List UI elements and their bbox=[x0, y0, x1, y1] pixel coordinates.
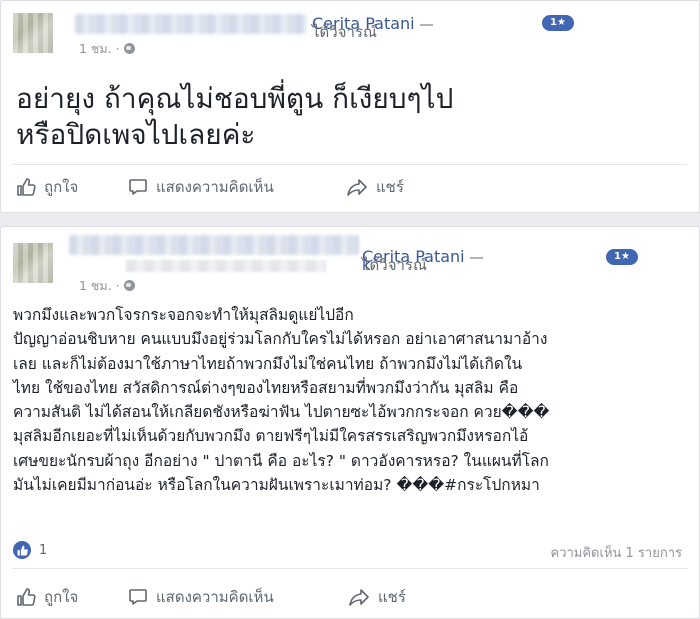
like-reaction-icon bbox=[13, 541, 31, 559]
timestamp[interactable]: 1 ชม. · bbox=[79, 39, 135, 59]
share-arrow-icon bbox=[349, 589, 369, 606]
like-label: ถูกใจ bbox=[44, 178, 79, 196]
avatar[interactable] bbox=[13, 243, 53, 283]
comment-count-link[interactable]: ความคิดเห็น 1 รายการ bbox=[551, 542, 683, 563]
like-button[interactable]: ถูกใจ bbox=[16, 579, 78, 615]
timestamp-text: 1 ชม. · bbox=[79, 278, 120, 293]
blurred-area bbox=[126, 260, 326, 272]
dash: — bbox=[419, 17, 434, 33]
comment-button[interactable]: แสดงความคิดเห็น bbox=[128, 579, 274, 615]
divider bbox=[13, 568, 687, 569]
comment-card: k ได้วิจารณ์ Cerita Patani — 1★ 1 ชม. · … bbox=[0, 226, 700, 619]
thumbs-up-icon bbox=[17, 178, 36, 196]
divider bbox=[13, 164, 687, 165]
share-label: แชร์ bbox=[376, 178, 404, 196]
globe-icon bbox=[123, 43, 135, 54]
comment-header: k ได้วิจารณ์ Cerita Patani — 1★ 1 ชม. · bbox=[1, 227, 699, 297]
comment-attribution: k ได้วิจารณ์ Cerita Patani — bbox=[362, 247, 484, 274]
globe-icon bbox=[123, 280, 135, 291]
comment-label: แสดงความคิดเห็น bbox=[156, 588, 274, 606]
share-label: แชร์ bbox=[378, 588, 406, 606]
comment-header: ได้วิจารณ์ Cerita Patani — 1★ 1 ชม. · bbox=[1, 1, 699, 71]
avatar[interactable] bbox=[13, 13, 53, 53]
comment-message: พวกมึงและพวกโจรกระจอกจะทำให้มุสลิมดูแย่ไ… bbox=[13, 306, 550, 495]
comment-button[interactable]: แสดงความคิดเห็น bbox=[128, 169, 274, 205]
top-fan-badge[interactable]: 1★ bbox=[606, 249, 638, 265]
share-button[interactable]: แชร์ bbox=[348, 579, 406, 615]
comment-card: ได้วิจารณ์ Cerita Patani — 1★ 1 ชม. · อย… bbox=[0, 0, 700, 213]
comment-label: แสดงความคิดเห็น bbox=[156, 178, 274, 196]
timestamp-text: 1 ชม. · bbox=[79, 41, 120, 56]
comment-message: อย่ายุง ถ้าคุณไม่ชอบพี่ตูน ก็เงียบๆไป หร… bbox=[16, 82, 454, 151]
action-bar: ถูกใจ แสดงความคิดเห็น แชร์ bbox=[1, 579, 699, 615]
blurred-commenter-name bbox=[69, 235, 359, 255]
commenter-action: ได้วิจารณ์ bbox=[362, 256, 427, 274]
like-count: 1 bbox=[39, 542, 48, 558]
dash: — bbox=[469, 250, 484, 266]
top-fan-badge[interactable]: 1★ bbox=[542, 15, 574, 31]
reaction-summary[interactable]: 1 bbox=[13, 541, 47, 559]
like-button[interactable]: ถูกใจ bbox=[16, 169, 78, 205]
blurred-commenter-name bbox=[75, 14, 307, 34]
like-label: ถูกใจ bbox=[44, 588, 79, 606]
comment-bubble-icon bbox=[129, 589, 147, 605]
share-button[interactable]: แชร์ bbox=[346, 169, 404, 205]
commenter-action: ได้วิจารณ์ bbox=[312, 23, 377, 41]
timestamp[interactable]: 1 ชม. · bbox=[79, 276, 135, 296]
action-bar: ถูกใจ แสดงความคิดเห็น แชร์ bbox=[1, 169, 699, 205]
share-arrow-icon bbox=[347, 179, 367, 196]
thumbs-up-icon bbox=[17, 588, 36, 606]
comment-bubble-icon bbox=[129, 179, 147, 195]
comment-attribution: ได้วิจารณ์ Cerita Patani — bbox=[312, 14, 434, 41]
